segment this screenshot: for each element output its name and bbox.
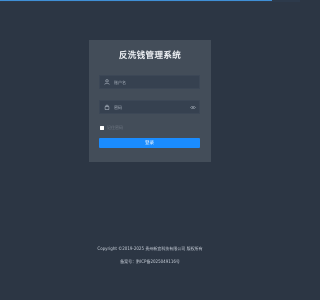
password-input[interactable] <box>113 101 188 113</box>
username-field[interactable] <box>99 75 200 89</box>
login-card: 反洗钱管理系统 记住密码 登录 <box>89 40 211 162</box>
page-title: 反洗钱管理系统 <box>118 51 182 61</box>
lock-icon <box>101 101 113 113</box>
password-field[interactable] <box>99 100 200 114</box>
remember-password-label: 记住密码 <box>107 124 123 130</box>
username-input[interactable] <box>113 76 199 88</box>
footer-copyright: Copyright ©2019-2025 贵州新宜科技有限公司 版权所有 <box>97 246 203 251</box>
login-button[interactable]: 登录 <box>99 138 200 148</box>
remember-password-checkbox[interactable] <box>100 125 104 130</box>
remember-password-row[interactable]: 记住密码 <box>100 124 123 131</box>
eye-icon[interactable] <box>188 101 198 113</box>
footer-icp-link[interactable]: 备案号：黔ICP备2025049116号 <box>0 259 300 265</box>
top-accent-line <box>0 0 272 1</box>
user-icon <box>101 76 113 88</box>
